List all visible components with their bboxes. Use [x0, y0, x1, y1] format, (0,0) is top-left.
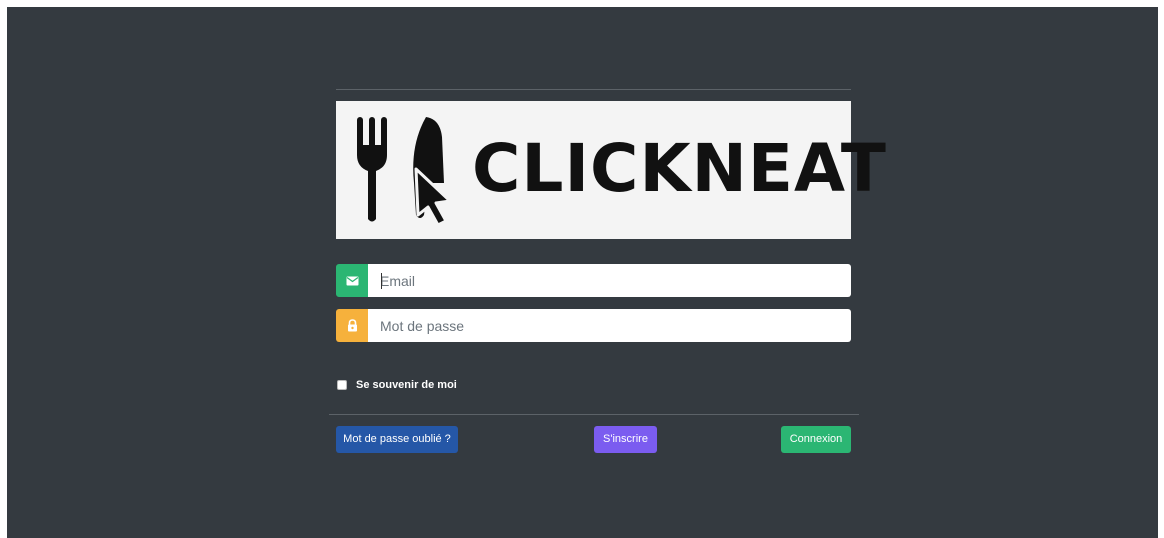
password-field[interactable] — [368, 309, 851, 342]
envelope-icon — [336, 264, 368, 297]
email-input-group — [336, 264, 851, 297]
brand-logo: CLICKNEAT — [336, 101, 886, 239]
bottom-divider — [329, 414, 859, 415]
remember-me-checkbox[interactable] — [337, 380, 347, 390]
signup-button[interactable]: S'inscrire — [594, 426, 657, 453]
forgot-password-button[interactable]: Mot de passe oublié ? — [336, 426, 458, 453]
top-divider — [336, 89, 851, 90]
fork-knife-cursor-icon — [357, 117, 452, 227]
brand-name: CLICKNEAT — [472, 130, 887, 207]
remember-me: Se souvenir de moi — [336, 379, 457, 391]
page-background: CLICKNEAT Se s — [7, 7, 1158, 538]
email-field[interactable] — [368, 264, 851, 297]
lock-icon — [336, 309, 368, 342]
remember-me-label: Se souvenir de moi — [356, 379, 457, 391]
text-cursor — [381, 273, 382, 289]
login-button[interactable]: Connexion — [781, 426, 851, 453]
password-input-group — [336, 309, 851, 342]
